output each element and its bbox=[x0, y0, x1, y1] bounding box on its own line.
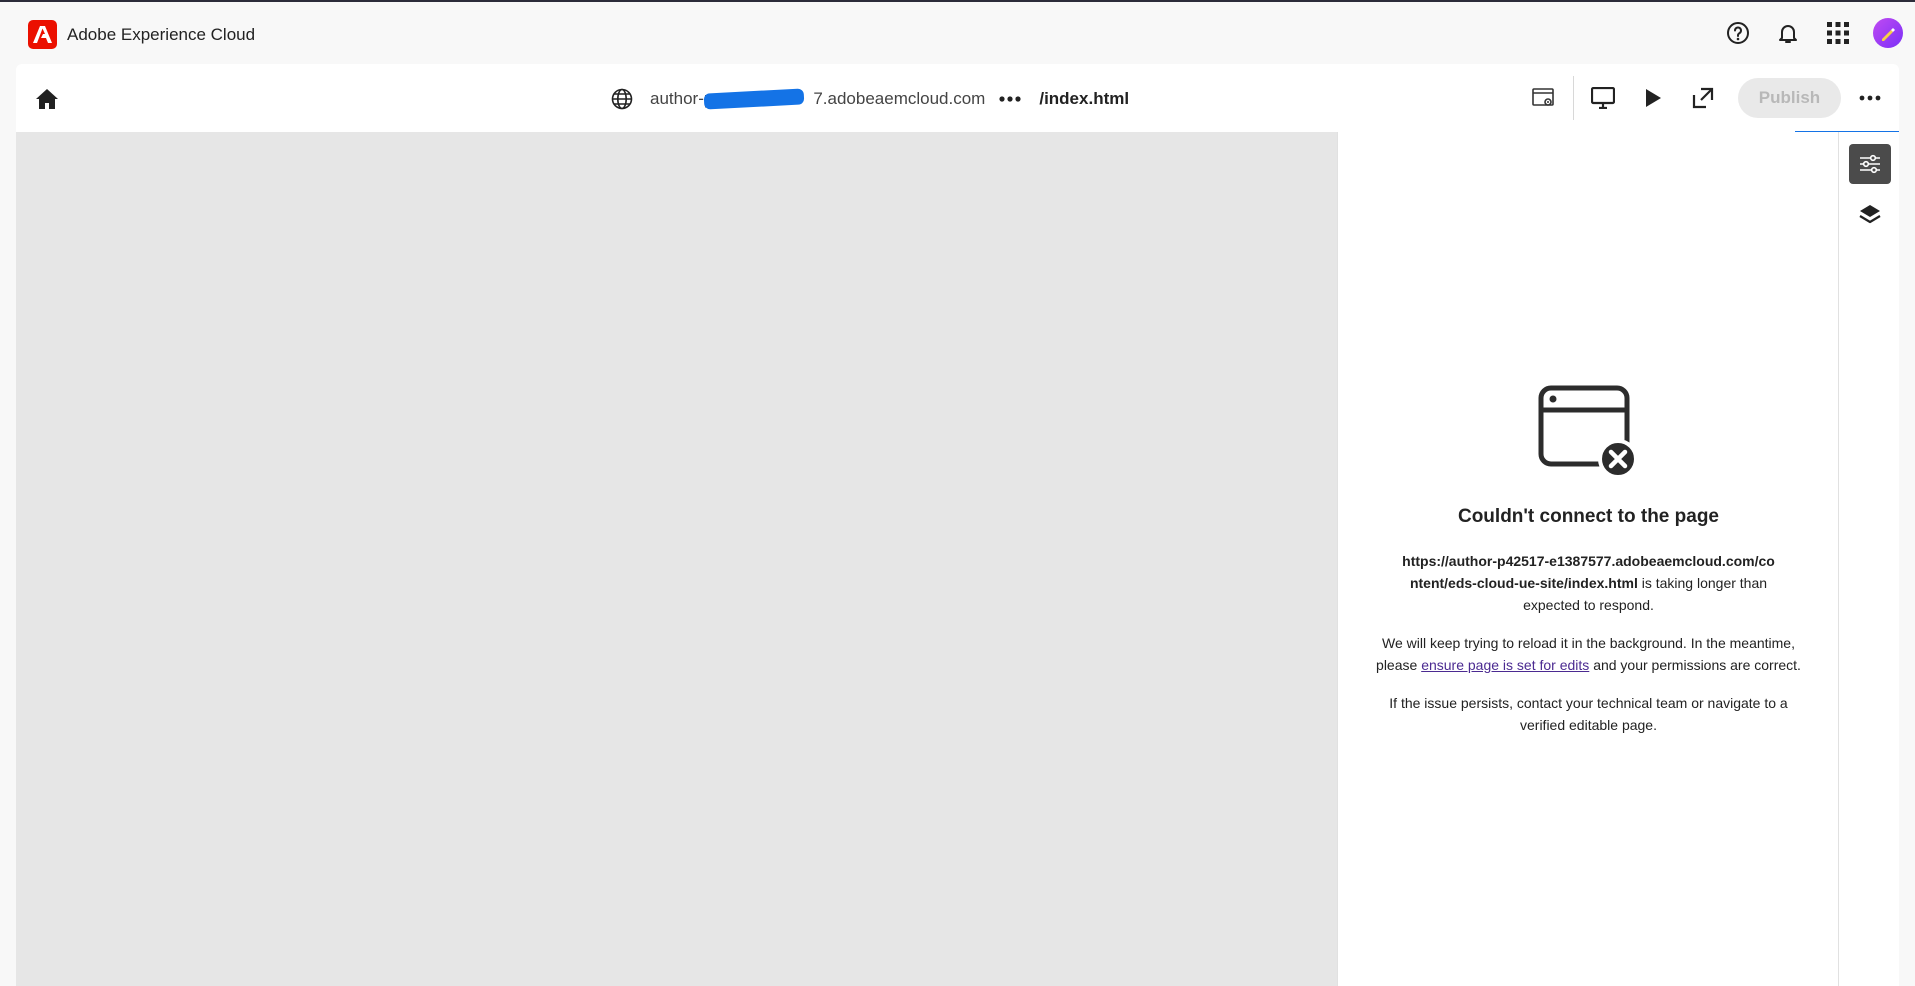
error-message-retry: We will keep trying to reload it in the … bbox=[1376, 635, 1801, 673]
layers-icon[interactable] bbox=[1849, 194, 1891, 234]
open-external-icon[interactable] bbox=[1686, 81, 1720, 115]
properties-icon[interactable] bbox=[1849, 144, 1891, 184]
apps-grid-icon[interactable] bbox=[1823, 18, 1853, 48]
error-message-help: If the issue persists, contact your tech… bbox=[1389, 695, 1788, 733]
shell-actions bbox=[1723, 18, 1903, 48]
redaction-mark bbox=[703, 88, 805, 110]
ensure-page-editable-link[interactable]: ensure page is set for edits bbox=[1421, 657, 1589, 673]
properties-panel: Couldn't connect to the page https://aut… bbox=[1337, 132, 1838, 986]
editor-toolbar: author-p 7.adobeaemcloud.com /index.html … bbox=[16, 64, 1899, 134]
help-icon[interactable] bbox=[1723, 18, 1753, 48]
browser-error-icon bbox=[1537, 384, 1641, 479]
more-horizontal-icon[interactable] bbox=[997, 86, 1023, 112]
host-text: author-p 7.adobeaemcloud.com bbox=[650, 88, 986, 110]
page-settings-icon[interactable] bbox=[1527, 81, 1561, 115]
globe-icon bbox=[608, 85, 636, 113]
page-path: /index.html bbox=[1039, 89, 1130, 108]
shell-header: Adobe Experience Cloud bbox=[0, 2, 1915, 62]
bell-icon[interactable] bbox=[1773, 18, 1803, 48]
user-avatar[interactable] bbox=[1873, 18, 1903, 48]
side-rail bbox=[1838, 132, 1899, 986]
publish-button[interactable]: Publish bbox=[1738, 78, 1841, 118]
connection-error: Couldn't connect to the page https://aut… bbox=[1338, 384, 1839, 736]
more-horizontal-icon[interactable] bbox=[1855, 83, 1885, 113]
error-title: Couldn't connect to the page bbox=[1457, 506, 1719, 527]
editor-canvas[interactable] bbox=[16, 132, 1337, 986]
adobe-logo-icon bbox=[28, 20, 57, 49]
url-bar[interactable]: author-p 7.adobeaemcloud.com /index.html bbox=[608, 84, 1129, 114]
error-message-url: https://author-p42517-e1387577.adobeaemc… bbox=[1402, 553, 1775, 613]
play-icon[interactable] bbox=[1636, 81, 1670, 115]
home-icon[interactable] bbox=[32, 84, 62, 114]
toolbar-divider bbox=[1573, 76, 1574, 120]
desktop-preview-icon[interactable] bbox=[1586, 81, 1620, 115]
brand[interactable]: Adobe Experience Cloud bbox=[28, 20, 255, 49]
brand-name: Adobe Experience Cloud bbox=[67, 24, 256, 44]
toolbar-actions: Publish bbox=[1519, 76, 1899, 120]
